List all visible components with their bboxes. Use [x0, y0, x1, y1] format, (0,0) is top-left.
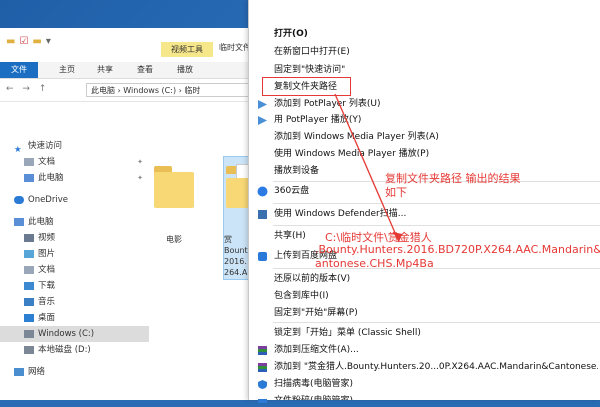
forward-icon[interactable]: → — [22, 84, 30, 94]
menu-item-restore-versions[interactable]: 还原以前的版本(V) — [274, 271, 350, 287]
drive-icon — [24, 345, 34, 354]
sidebar-item-label: 下载 — [38, 281, 56, 291]
shield-icon — [257, 379, 268, 390]
breadcrumb-item[interactable]: 临时 — [184, 86, 200, 95]
winrar-icon — [257, 362, 268, 373]
computer-icon — [24, 173, 34, 182]
menu-item-360-cloud[interactable]: 360云盘 — [274, 183, 309, 199]
tab-play[interactable]: 播放 — [170, 62, 200, 78]
download-icon — [24, 281, 34, 290]
menu-item-defender-scan[interactable]: 使用 Windows Defender扫描... — [274, 206, 406, 222]
tab-home[interactable]: 主页 — [52, 62, 82, 78]
dropdown-icon[interactable]: ▾ — [46, 36, 51, 47]
menu-item-pin-quick-access[interactable]: 固定到"快速访问" — [274, 62, 345, 78]
checkbox-icon[interactable]: ☑ — [19, 36, 28, 47]
nav-buttons: ← → ↑ — [6, 84, 46, 94]
menu-item-classic-shell[interactable]: 锁定到「开始」菜单 (Classic Shell) — [274, 325, 421, 341]
context-menu: 打开(O) 在新窗口中打开(E) 固定到"快速访问" 复制文件夹路径 添加到 P… — [248, 0, 600, 403]
menu-separator — [273, 322, 600, 323]
menu-item-include-library[interactable]: 包含到库中(I) — [274, 288, 329, 304]
desktop-icon — [24, 313, 34, 322]
menu-item-open[interactable]: 打开(O) — [274, 26, 308, 42]
menu-item-add-archive[interactable]: 添加到压缩文件(A)... — [274, 342, 359, 358]
folder-icon[interactable] — [154, 166, 194, 214]
potplayer-icon — [257, 115, 268, 126]
menu-item-pin-start[interactable]: 固定到"开始"屏幕(P) — [274, 305, 358, 321]
sidebar-item-label: 文档 — [38, 157, 56, 167]
annotation-note: 如下 — [385, 186, 407, 199]
drive-icon — [24, 329, 34, 338]
video-icon — [24, 233, 34, 242]
folder-icon[interactable]: ▬ — [6, 36, 15, 47]
back-icon[interactable]: ← — [6, 84, 14, 94]
menu-item-play-potplayer[interactable]: 用 PotPlayer 播放(Y) — [274, 112, 361, 128]
sidebar-item-label: 文档 — [38, 265, 56, 275]
address-bar: ← → ↑ 此电脑 › Windows (C:) › 临时 — [0, 79, 258, 102]
winrar-icon — [257, 345, 268, 356]
breadcrumb-item[interactable]: Windows (C:) — [123, 86, 176, 95]
music-icon — [24, 297, 34, 306]
documents-icon — [24, 157, 34, 166]
menu-item-copy-folder-path[interactable]: 复制文件夹路径 — [274, 79, 337, 95]
sidebar-item-label: 视频 — [38, 233, 56, 243]
sidebar-item-label: 网络 — [28, 367, 46, 377]
cloud-360-icon — [257, 186, 268, 197]
file-explorer-window: ▬ ☑ ▬ ▾ 视频工具 临时文件 文件 主页 共享 查看 播放 ← → ↑ 此… — [0, 28, 259, 400]
star-icon: ★ — [14, 144, 22, 155]
sidebar-item-this-pc[interactable]: 此电脑 — [0, 214, 139, 230]
sidebar-item-quick-access[interactable]: ★ 快速访问 — [0, 138, 139, 155]
defender-icon — [257, 209, 268, 220]
folder-label: 电影 — [166, 235, 182, 244]
documents-icon — [24, 265, 34, 274]
baidu-icon — [257, 251, 268, 262]
navigation-pane: ★ 快速访问 文档 ✦ 此电脑 ✦ OneDrive 此电脑 视频 图片 文档 下载 … — [0, 124, 149, 400]
menu-item-add-to-rar[interactable]: 添加到 "赏金猎人.Bounty.Hunters.20...0P.X264.AA… — [274, 359, 598, 375]
title-bar: ▬ ☑ ▬ ▾ 视频工具 临时文件 — [0, 28, 258, 62]
path-field[interactable]: 此电脑 › Windows (C:) › 临时 — [86, 83, 256, 97]
menu-item-open-new-window[interactable]: 在新窗口中打开(E) — [274, 44, 350, 60]
quick-access-toolbar: ▬ ☑ ▬ ▾ — [6, 36, 51, 47]
menu-separator — [273, 203, 600, 204]
potplayer-icon — [257, 99, 268, 110]
sidebar-item-label: 桌面 — [38, 313, 56, 323]
sidebar-item-label: 此电脑 — [38, 173, 64, 183]
sidebar-item-label: OneDrive — [28, 195, 68, 205]
sidebar-item-label: 本地磁盘 (D:) — [38, 345, 91, 355]
ribbon-tabs: 文件 主页 共享 查看 播放 — [0, 62, 258, 79]
file-list: 电影 赏 Bount 2016. 264.A — [126, 102, 258, 400]
menu-item-file-shredder[interactable]: 文件粉碎(电脑管家) — [274, 393, 353, 400]
network-icon — [14, 367, 24, 376]
sidebar-item-label: 快速访问 — [28, 141, 63, 151]
menu-item-share[interactable]: 共享(H) — [274, 228, 306, 244]
ribbon-context-label: 视频工具 — [161, 42, 213, 57]
annotation-path: .Bounty.Hunters.2016.BD720P.X264.AAC.Man… — [315, 243, 600, 256]
menu-item-play-wmp[interactable]: 使用 Windows Media Player 播放(P) — [274, 146, 429, 162]
menu-item-virus-scan[interactable]: 扫描病毒(电脑管家) — [274, 376, 353, 392]
menu-item-cast-to-device[interactable]: 播放到设备 — [274, 163, 319, 179]
sidebar-item-label: 此电脑 — [28, 217, 54, 227]
menu-separator — [273, 225, 600, 226]
sidebar-item-network[interactable]: 网络 — [0, 364, 139, 380]
tab-share[interactable]: 共享 — [90, 62, 120, 78]
folder-icon[interactable]: ▬ — [32, 36, 41, 47]
menu-item-add-wmp[interactable]: 添加到 Windows Media Player 列表(A) — [274, 129, 439, 145]
pictures-icon — [24, 249, 34, 258]
window-title: 临时文件 — [219, 43, 251, 52]
annotation-path: antonese.CHS.Mp4Ba — [315, 257, 434, 270]
computer-icon — [14, 217, 24, 226]
sidebar-item-label: Windows (C:) — [38, 329, 95, 339]
menu-item-add-potplayer[interactable]: 添加到 PotPlayer 列表(U) — [274, 96, 380, 112]
tab-file[interactable]: 文件 — [0, 62, 38, 78]
sidebar-item-label: 音乐 — [38, 297, 56, 307]
shredder-icon — [257, 396, 268, 407]
sidebar-item-label: 图片 — [38, 249, 56, 259]
tab-view[interactable]: 查看 — [130, 62, 160, 78]
sidebar-item-onedrive[interactable]: OneDrive — [0, 192, 139, 208]
cloud-icon — [14, 195, 24, 204]
up-icon[interactable]: ↑ — [39, 84, 47, 94]
breadcrumb-item[interactable]: 此电脑 — [91, 86, 115, 95]
